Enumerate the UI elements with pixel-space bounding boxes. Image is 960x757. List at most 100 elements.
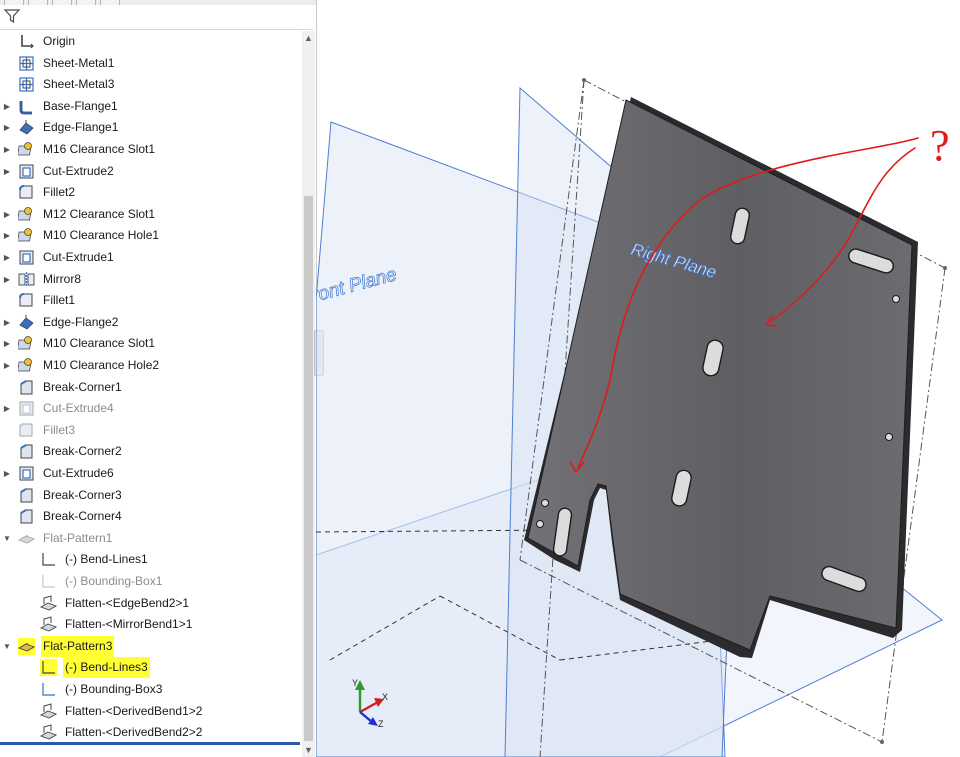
- expand-icon[interactable]: ▶: [2, 117, 12, 138]
- tree-item-fillet1[interactable]: Fillet1: [0, 290, 302, 311]
- break-corner-icon: [18, 443, 35, 460]
- mirror-icon: [18, 271, 35, 288]
- expand-icon[interactable]: ▶: [2, 398, 12, 419]
- tree-item-edge-flange1[interactable]: ▶ Edge-Flange1: [0, 117, 302, 138]
- tree-item-label: Flatten-<DerivedBend1>2: [65, 703, 203, 718]
- flatten-icon: [39, 724, 58, 741]
- tree-item-bounding-box3[interactable]: (-) Bounding-Box3: [0, 679, 302, 700]
- tree-item-flat-pattern1[interactable]: ▼ Flat-Pattern1: [0, 528, 302, 549]
- sheet-metal-icon: [18, 55, 35, 72]
- tree-item-break-corner3[interactable]: Break-Corner3: [0, 485, 302, 506]
- cut-extrude-icon: [18, 465, 35, 482]
- expand-icon[interactable]: ▶: [2, 225, 12, 246]
- bend-lines-icon: [40, 659, 57, 677]
- tree-item-origin[interactable]: Origin: [0, 31, 302, 52]
- tree-item-bounding-box1[interactable]: (-) Bounding-Box1: [0, 571, 302, 592]
- tree-item-label: Break-Corner3: [43, 487, 122, 502]
- tree-item-m10-clearance-hole1[interactable]: ▶ M10 Clearance Hole1: [0, 225, 302, 246]
- tree-item-fillet2[interactable]: Fillet2: [0, 182, 302, 203]
- tree-item-label: Break-Corner2: [43, 444, 122, 459]
- break-corner-icon: [18, 487, 35, 504]
- tree-item-m10-clearance-slot1[interactable]: ▶ M10 Clearance Slot1: [0, 333, 302, 354]
- bounding-box-vertex: [582, 78, 586, 82]
- tree-item-base-flange1[interactable]: ▶ Base-Flange1: [0, 96, 302, 117]
- tree-item-flatten-edgebend2-1[interactable]: Flatten-<EdgeBend2>1: [0, 593, 302, 614]
- tree-item-label: Flatten-<MirrorBend1>1: [65, 617, 193, 632]
- expand-icon[interactable]: ▶: [2, 139, 12, 160]
- tree-item-break-corner4[interactable]: Break-Corner4: [0, 506, 302, 527]
- expand-icon[interactable]: ▶: [2, 269, 12, 290]
- hole-wizard-icon: [17, 141, 35, 158]
- edge-flange-icon: [18, 314, 35, 331]
- tree-filter-bar[interactable]: [0, 5, 313, 30]
- expand-icon[interactable]: ▶: [2, 463, 12, 484]
- tree-item-label: Cut-Extrude4: [43, 401, 114, 416]
- tree-item-label: Sheet-Metal3: [43, 77, 115, 92]
- tree-item-label: Fillet1: [43, 293, 76, 308]
- break-corner-icon: [18, 508, 35, 525]
- tree-item-fillet3[interactable]: Fillet3: [0, 420, 302, 441]
- tree-item-cut-extrude2[interactable]: ▶ Cut-Extrude2: [0, 161, 302, 182]
- tree-item-bend-lines3[interactable]: (-) Bend-Lines3: [0, 657, 302, 679]
- fillet-icon: [18, 292, 35, 309]
- hole: [536, 520, 544, 528]
- hole-wizard-icon: [17, 357, 35, 374]
- tree-item-flat-pattern3[interactable]: ▼ Flat-Pattern3: [0, 635, 302, 657]
- collapse-icon[interactable]: ▼: [2, 528, 12, 549]
- tree-item-label: Flatten-<EdgeBend2>1: [65, 595, 190, 610]
- expand-icon[interactable]: ▶: [2, 96, 12, 117]
- tree-item-label: Cut-Extrude6: [43, 466, 114, 480]
- graphics-area[interactable]: ront Plane Right Plane ? Y X Z: [316, 0, 960, 757]
- tree-item-m12-clearance-slot1[interactable]: ▶ M12 Clearance Slot1: [0, 204, 302, 225]
- scroll-up-icon[interactable]: ▲: [302, 31, 315, 45]
- triad-z-label: Z: [378, 719, 384, 729]
- origin-icon: [18, 33, 35, 50]
- cut-extrude-icon: [18, 249, 35, 266]
- tree-item-label: Base-Flange1: [43, 98, 118, 113]
- expand-icon[interactable]: ▶: [2, 312, 12, 333]
- tree-item-label: M10 Clearance Hole1: [43, 228, 160, 243]
- tree-item-label: Flat-Pattern3: [41, 635, 115, 657]
- tree-item-flatten-mirrorbend1-1[interactable]: Flatten-<MirrorBend1>1: [0, 614, 302, 635]
- tree-item-cut-extrude6[interactable]: ▶ Cut-Extrude6: [0, 463, 302, 484]
- scroll-down-icon[interactable]: ▼: [302, 743, 315, 757]
- tree-item-label: Cut-Extrude2: [43, 163, 114, 178]
- tree-item-flatten-derivedbend1-2[interactable]: Flatten-<DerivedBend1>2: [0, 701, 302, 722]
- tree-item-label: Break-Corner4: [43, 509, 122, 524]
- tree-item-cut-extrude1[interactable]: ▶ Cut-Extrude1: [0, 247, 302, 268]
- hole-wizard-icon: [17, 206, 35, 223]
- flatten-icon: [39, 702, 58, 720]
- filter-icon[interactable]: [4, 8, 20, 24]
- collapse-icon[interactable]: ▼: [2, 636, 12, 657]
- triad-x-label: X: [382, 692, 388, 702]
- expand-icon[interactable]: ▶: [2, 247, 12, 268]
- tree-item-m16-clearance-slot1[interactable]: ▶ M16 Clearance Slot1: [0, 139, 302, 160]
- tree-item-cut-extrude4[interactable]: ▶ Cut-Extrude4: [0, 398, 302, 419]
- bounding-box-vertex: [943, 266, 947, 270]
- tree-item-m10-clearance-hole2[interactable]: ▶ M10 Clearance Hole2: [0, 355, 302, 376]
- tree-item-flatten-derivedbend2-2[interactable]: Flatten-<DerivedBend2>2: [0, 722, 302, 743]
- tree-item-break-corner2[interactable]: Break-Corner2: [0, 441, 302, 462]
- break-corner-icon: [18, 379, 35, 396]
- tree-item-mirror8[interactable]: ▶ Mirror8: [0, 269, 302, 290]
- expand-icon[interactable]: ▶: [2, 161, 12, 182]
- expand-icon[interactable]: ▶: [2, 333, 12, 354]
- scroll-thumb[interactable]: [304, 196, 313, 741]
- tree-item-label: (-) Bend-Lines1: [65, 552, 148, 567]
- tree-item-edge-flange2[interactable]: ▶ Edge-Flange2: [0, 312, 302, 333]
- bounding-box-vertex: [880, 740, 884, 744]
- tree-scrollbar[interactable]: ▲ ▼: [302, 31, 315, 757]
- bend-lines-icon: [40, 551, 57, 568]
- base-flange-icon: [18, 98, 35, 115]
- expand-icon[interactable]: ▶: [2, 355, 12, 376]
- flatten-icon: [39, 594, 58, 612]
- expand-icon[interactable]: ▶: [2, 204, 12, 225]
- panel-bottom-divider: [0, 742, 300, 745]
- hole-wizard-icon: [17, 227, 35, 244]
- tree-item-label: Mirror8: [43, 271, 81, 286]
- tree-item-break-corner1[interactable]: Break-Corner1: [0, 377, 302, 398]
- tree-item-bend-lines1[interactable]: (-) Bend-Lines1: [0, 549, 302, 570]
- tree-item-sheet-metal3[interactable]: Sheet-Metal3: [0, 74, 302, 95]
- tree-item-sheet-metal1[interactable]: Sheet-Metal1: [0, 53, 302, 74]
- tree-item-label: M10 Clearance Hole2: [43, 358, 160, 372]
